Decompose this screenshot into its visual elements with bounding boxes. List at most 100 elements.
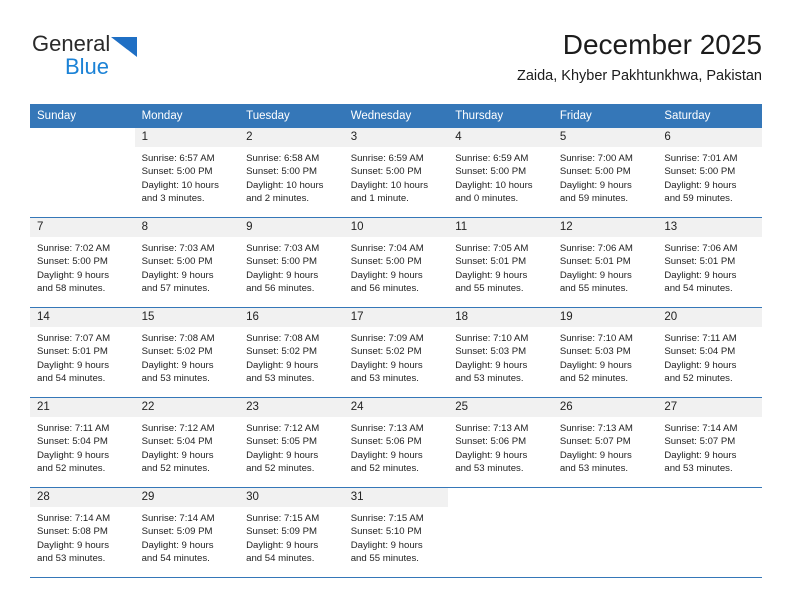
weekday-header-wednesday: Wednesday (343, 104, 449, 128)
calendar-day-cell[interactable]: 21 Sunrise: 7:11 AM Sunset: 5:04 PM Dayligh… (30, 397, 135, 488)
day-detail-daylight-line2: and 53 minutes. (246, 373, 315, 385)
calendar-day-cell[interactable]: 1 Sunrise: 6:57 AM Sunset: 5:00 PM Daylight… (134, 128, 240, 218)
calendar-day-cell[interactable]: 23 Sunrise: 7:12 AM Sunset: 5:05 PM Dayligh… (239, 397, 344, 488)
day-detail-daylight-line1: Daylight: 9 hours (664, 359, 737, 371)
day-details: Sunrise: 7:10 AM Sunset: 5:03 PM Daylight:… (448, 327, 553, 386)
day-detail-sunset: Sunset: 5:00 PM (350, 166, 422, 178)
calendar-day-cell[interactable]: 31 Sunrise: 7:15 AM Sunset: 5:10 PM Dayligh… (343, 487, 449, 578)
day-details: Sunrise: 7:02 AM Sunset: 5:00 PM Daylight:… (30, 237, 135, 296)
day-detail-daylight-line2: and 0 minutes. (455, 193, 519, 205)
calendar-week-row: 7 Sunrise: 7:02 AM Sunset: 5:00 PM Daylight… (30, 217, 762, 308)
calendar-day-cell-empty (552, 487, 658, 578)
calendar-day-cell-empty (30, 128, 135, 218)
calendar-grid: Sunday Monday Tuesday Wednesday Thursday… (30, 104, 762, 578)
day-detail-sunrise: Sunrise: 7:03 AM (246, 243, 320, 254)
calendar-day-cell[interactable]: 27 Sunrise: 7:14 AM Sunset: 5:07 PM Dayligh… (657, 397, 762, 488)
day-details: Sunrise: 7:06 AM Sunset: 5:01 PM Daylight:… (657, 237, 762, 296)
calendar-day-cell[interactable]: 26 Sunrise: 7:13 AM Sunset: 5:07 PM Dayligh… (552, 397, 658, 488)
calendar-day-cell[interactable]: 28 Sunrise: 7:14 AM Sunset: 5:08 PM Dayligh… (30, 487, 135, 578)
calendar-day-cell[interactable]: 11 Sunrise: 7:05 AM Sunset: 5:01 PM Dayligh… (448, 217, 553, 308)
day-detail-daylight-line1: Daylight: 10 hours (246, 179, 324, 191)
calendar-day-cell-empty (448, 487, 553, 578)
day-number: 9 (239, 218, 344, 237)
day-details: Sunrise: 7:12 AM Sunset: 5:04 PM Daylight:… (135, 417, 240, 476)
calendar-day-cell[interactable]: 19 Sunrise: 7:10 AM Sunset: 5:03 PM Dayligh… (552, 307, 658, 398)
day-details: Sunrise: 7:06 AM Sunset: 5:01 PM Daylight:… (553, 237, 658, 296)
day-detail-sunrise: Sunrise: 7:09 AM (350, 333, 424, 344)
day-detail-sunset: Sunset: 5:03 PM (455, 346, 527, 358)
calendar-day-cell[interactable]: 5 Sunrise: 7:00 AM Sunset: 5:00 PM Daylight… (552, 128, 658, 218)
day-detail-daylight-line2: and 54 minutes. (664, 283, 733, 295)
calendar-day-cell[interactable]: 29 Sunrise: 7:14 AM Sunset: 5:09 PM Dayligh… (134, 487, 240, 578)
day-detail-sunset: Sunset: 5:00 PM (37, 256, 108, 268)
day-detail-sunrise: Sunrise: 7:13 AM (350, 423, 424, 434)
day-number: 16 (239, 308, 344, 327)
day-detail-sunset: Sunset: 5:06 PM (455, 436, 527, 448)
day-detail-sunrise: Sunrise: 7:13 AM (559, 423, 633, 434)
calendar-day-cell[interactable]: 16 Sunrise: 7:08 AM Sunset: 5:02 PM Dayligh… (239, 307, 344, 398)
calendar-week-row: 1 Sunrise: 6:57 AM Sunset: 5:00 PM Daylight… (30, 128, 762, 218)
day-details: Sunrise: 7:15 AM Sunset: 5:10 PM Daylight:… (344, 507, 449, 566)
day-detail-daylight-line2: and 57 minutes. (141, 283, 210, 295)
day-detail-sunrise: Sunrise: 7:12 AM (141, 423, 215, 434)
day-detail-daylight-line1: Daylight: 9 hours (559, 179, 632, 191)
calendar-day-cell[interactable]: 7 Sunrise: 7:02 AM Sunset: 5:00 PM Daylight… (30, 217, 135, 308)
calendar-day-cell[interactable]: 8 Sunrise: 7:03 AM Sunset: 5:00 PM Daylight… (134, 217, 240, 308)
calendar-day-cell[interactable]: 2 Sunrise: 6:58 AM Sunset: 5:00 PM Daylight… (239, 128, 344, 218)
day-detail-sunset: Sunset: 5:00 PM (664, 166, 736, 178)
day-detail-sunrise: Sunrise: 7:10 AM (455, 333, 529, 344)
day-details: Sunrise: 7:13 AM Sunset: 5:06 PM Daylight:… (448, 417, 553, 476)
calendar-day-cell[interactable]: 20 Sunrise: 7:11 AM Sunset: 5:04 PM Dayligh… (657, 307, 762, 398)
day-detail-sunrise: Sunrise: 7:04 AM (350, 243, 424, 254)
day-number: 13 (657, 218, 762, 237)
day-number (552, 488, 658, 507)
day-details: Sunrise: 7:10 AM Sunset: 5:03 PM Daylight:… (553, 327, 658, 386)
day-detail-sunset: Sunset: 5:01 PM (664, 256, 736, 268)
page-title: December 2025 (562, 29, 762, 60)
calendar-day-cell[interactable]: 25 Sunrise: 7:13 AM Sunset: 5:06 PM Dayligh… (448, 397, 553, 488)
day-detail-sunrise: Sunrise: 7:12 AM (246, 423, 320, 434)
day-detail-sunrise: Sunrise: 7:00 AM (559, 153, 633, 164)
day-detail-daylight-line2: and 59 minutes. (559, 193, 629, 205)
day-detail-sunrise: Sunrise: 7:08 AM (246, 333, 320, 344)
calendar-day-cell[interactable]: 9 Sunrise: 7:03 AM Sunset: 5:00 PM Daylight… (239, 217, 344, 308)
day-details: Sunrise: 7:11 AM Sunset: 5:04 PM Daylight:… (657, 327, 762, 386)
day-detail-sunset: Sunset: 5:00 PM (141, 166, 213, 178)
day-number: 22 (134, 398, 240, 417)
day-detail-daylight-line2: and 54 minutes. (141, 553, 210, 565)
day-detail-sunrise: Sunrise: 7:14 AM (141, 513, 215, 524)
day-detail-sunrise: Sunrise: 7:13 AM (455, 423, 529, 434)
calendar-day-cell[interactable]: 24 Sunrise: 7:13 AM Sunset: 5:06 PM Dayligh… (343, 397, 449, 488)
calendar-day-cell[interactable]: 14 Sunrise: 7:07 AM Sunset: 5:01 PM Dayligh… (30, 307, 135, 398)
day-detail-sunset: Sunset: 5:02 PM (246, 346, 318, 358)
calendar-day-cell[interactable]: 3 Sunrise: 6:59 AM Sunset: 5:00 PM Daylight… (343, 128, 449, 218)
calendar-day-cell[interactable]: 10 Sunrise: 7:04 AM Sunset: 5:00 PM Dayligh… (343, 217, 449, 308)
day-number: 17 (343, 308, 449, 327)
calendar-day-cell[interactable]: 17 Sunrise: 7:09 AM Sunset: 5:02 PM Dayligh… (343, 307, 449, 398)
day-details: Sunrise: 7:15 AM Sunset: 5:09 PM Daylight:… (239, 507, 344, 566)
general-blue-logo: General Blue (30, 28, 270, 90)
day-detail-daylight-line1: Daylight: 9 hours (559, 269, 632, 281)
day-detail-sunset: Sunset: 5:00 PM (141, 256, 213, 268)
calendar-day-cell[interactable]: 12 Sunrise: 7:06 AM Sunset: 5:01 PM Dayligh… (552, 217, 658, 308)
day-number: 5 (552, 128, 658, 147)
logo-text-general: General (32, 31, 111, 56)
calendar-day-cell[interactable]: 30 Sunrise: 7:15 AM Sunset: 5:09 PM Dayligh… (239, 487, 344, 578)
calendar-day-cell[interactable]: 15 Sunrise: 7:08 AM Sunset: 5:02 PM Dayligh… (134, 307, 240, 398)
calendar-day-cell-empty (657, 487, 762, 578)
calendar-day-cell[interactable]: 13 Sunrise: 7:06 AM Sunset: 5:01 PM Dayligh… (657, 217, 762, 308)
day-number: 28 (30, 488, 135, 507)
day-detail-sunrise: Sunrise: 7:11 AM (37, 423, 110, 434)
day-detail-sunrise: Sunrise: 7:06 AM (664, 243, 738, 254)
calendar-day-cell[interactable]: 18 Sunrise: 7:10 AM Sunset: 5:03 PM Dayligh… (448, 307, 553, 398)
calendar-day-cell[interactable]: 4 Sunrise: 6:59 AM Sunset: 5:00 PM Daylight… (448, 128, 553, 218)
calendar-week-row: 28 Sunrise: 7:14 AM Sunset: 5:08 PM Dayligh… (30, 487, 762, 578)
day-detail-sunset: Sunset: 5:01 PM (37, 346, 108, 358)
day-number: 11 (448, 218, 553, 237)
day-details: Sunrise: 6:57 AM Sunset: 5:00 PM Daylight:… (135, 147, 240, 206)
day-detail-daylight-line1: Daylight: 9 hours (455, 359, 528, 371)
calendar-day-cell[interactable]: 6 Sunrise: 7:01 AM Sunset: 5:00 PM Daylight… (657, 128, 762, 218)
day-detail-daylight-line2: and 52 minutes. (37, 463, 106, 475)
calendar-day-cell[interactable]: 22 Sunrise: 7:12 AM Sunset: 5:04 PM Dayligh… (134, 397, 240, 488)
day-detail-sunset: Sunset: 5:07 PM (559, 436, 631, 448)
